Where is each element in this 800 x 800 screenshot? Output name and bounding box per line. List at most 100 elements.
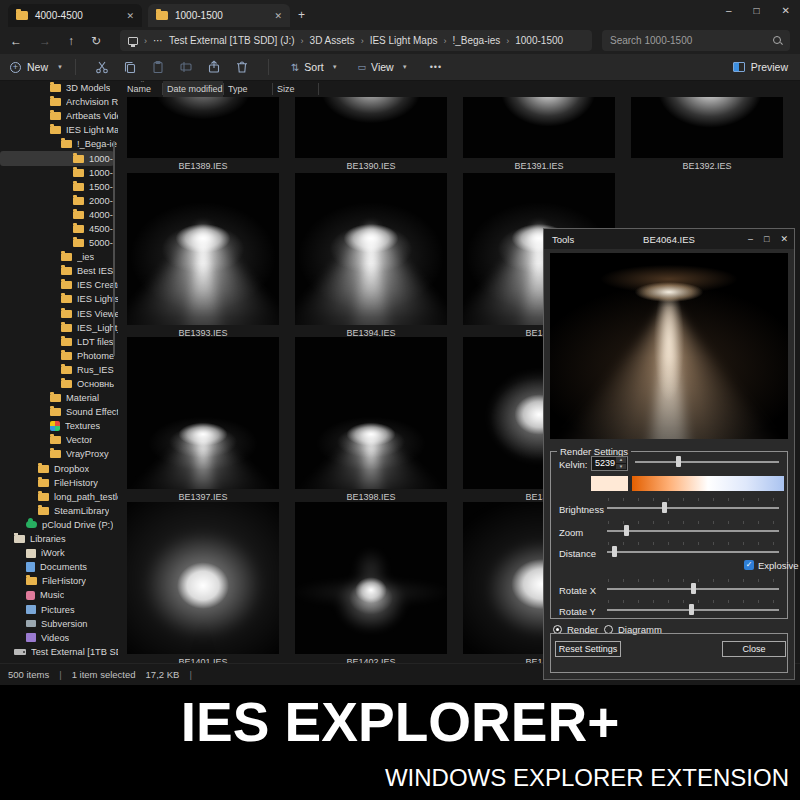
sidebar-item-iwork[interactable]: iWork <box>0 546 118 560</box>
kelvin-input[interactable]: 5239 ▲▼ <box>591 456 628 471</box>
sidebar-item-4000-[interactable]: 4000- <box>0 208 118 222</box>
cut-button[interactable] <box>88 60 116 74</box>
up-button[interactable]: ↑ <box>68 34 74 48</box>
window-minimize-button[interactable]: – <box>726 5 732 16</box>
tab-4000-4500[interactable]: 4000-4500 ✕ <box>8 4 142 27</box>
sidebar-item-3d-models[interactable]: 3D Models <box>0 81 118 95</box>
sidebar-item-1000-[interactable]: 1000- <box>0 151 114 165</box>
rename-button[interactable] <box>172 60 200 74</box>
kelvin-slider[interactable] <box>635 456 779 467</box>
file-item[interactable]: BE1392.IES <box>631 97 783 171</box>
column-header-size[interactable]: Size <box>273 81 318 97</box>
window-close-button[interactable]: ✕ <box>782 5 790 16</box>
breadcrumb-item[interactable]: !_Bega-ies <box>452 35 500 46</box>
tools-title-bar[interactable]: Tools BE4064.IES – □ ✕ <box>544 229 794 249</box>
rotate-x-slider[interactable] <box>607 583 779 594</box>
back-button[interactable]: ← <box>10 34 22 48</box>
file-item[interactable]: BE1389.IES <box>127 97 279 171</box>
breadcrumb-overflow[interactable]: ⋯ <box>153 35 163 46</box>
search-input[interactable]: Search 1000-1500 <box>602 30 790 51</box>
sidebar-item-2000-[interactable]: 2000- <box>0 194 118 208</box>
sidebar-item-textures[interactable]: Textures <box>0 419 118 433</box>
file-item[interactable]: BE1394.IES <box>295 173 447 338</box>
explosive-checkbox[interactable]: ✓ <box>744 560 754 570</box>
sidebar-item-videos[interactable]: Videos <box>0 631 118 645</box>
window-maximize-button[interactable]: □ <box>754 5 760 16</box>
sidebar-item-sound-effect[interactable]: Sound Effect <box>0 405 118 419</box>
sidebar-item-ies-light-map[interactable]: IES Light Map <box>0 123 118 137</box>
sidebar-item-test-external-1tb-sdd-[interactable]: Test External [1TB SDD] ( <box>0 645 118 659</box>
view-button[interactable]: ▭ View ▼ <box>358 61 408 73</box>
tab-1000-1500[interactable]: 1000-1500 ✕ <box>148 4 290 27</box>
file-item[interactable]: BE1390.IES <box>295 97 447 171</box>
sidebar-item-4500-[interactable]: 4500- <box>0 222 118 236</box>
sidebar-item-libraries[interactable]: Libraries <box>0 532 118 546</box>
breadcrumb-item[interactable]: 3D Assets <box>310 35 355 46</box>
sidebar-item-ldt-files[interactable]: LDT files <box>0 335 118 349</box>
sidebar-item-rus-ies[interactable]: Rus_IES <box>0 363 118 377</box>
distance-slider[interactable] <box>607 546 779 557</box>
tools-maximize-button[interactable]: □ <box>764 234 769 244</box>
tools-close-button[interactable]: ✕ <box>780 234 788 244</box>
copy-button[interactable] <box>116 60 144 74</box>
tab-close-icon[interactable]: ✕ <box>274 11 282 21</box>
sidebar-item-vrayproxy[interactable]: VrayProxy <box>0 447 118 461</box>
file-item[interactable]: BE1393.IES <box>127 173 279 338</box>
sidebar-item-steamlibrary[interactable]: SteamLibrary <box>0 504 118 518</box>
sidebar-item-1000-[interactable]: 1000- <box>0 166 118 180</box>
sidebar-item-material[interactable]: Material <box>0 391 118 405</box>
sidebar-item--bega-ie[interactable]: !_Bega-ie <box>0 137 118 151</box>
file-item[interactable]: BE1402.IES <box>295 502 447 663</box>
sort-button[interactable]: ⇅ Sort ▼ <box>291 61 338 73</box>
close-button[interactable]: Close <box>722 641 786 657</box>
more-options-button[interactable]: ••• <box>430 62 442 72</box>
sidebar-item-основнь[interactable]: Основнь <box>0 377 118 391</box>
sidebar-item-best-ies[interactable]: Best IES <box>0 264 118 278</box>
column-header-date[interactable]: Date modified <box>163 81 223 97</box>
file-item[interactable]: BE1391.IES <box>463 97 615 171</box>
share-button[interactable] <box>200 60 228 74</box>
sidebar-item-subversion[interactable]: Subversion <box>0 617 118 631</box>
sidebar-item-long-path-testlo[interactable]: long_path_testlo <box>0 490 118 504</box>
sidebar-item-ies-creato[interactable]: IES Creato <box>0 278 118 292</box>
tab-close-icon[interactable]: ✕ <box>126 11 134 21</box>
sidebar-item-pcloud-drive-p-[interactable]: pCloud Drive (P:) <box>0 518 118 532</box>
file-item[interactable]: BE1397.IES <box>127 337 279 502</box>
sidebar-item-filehistory[interactable]: FileHistory <box>0 476 118 490</box>
forward-button[interactable]: → <box>39 34 51 48</box>
sidebar-item-archvision-ri[interactable]: Archvision RI <box>0 95 118 109</box>
sidebar-item-5000-[interactable]: 5000- <box>0 236 118 250</box>
sidebar-item--ies[interactable]: _ies <box>0 250 118 264</box>
sidebar-item-1500-[interactable]: 1500- <box>0 180 118 194</box>
file-item[interactable]: BE1398.IES <box>295 337 447 502</box>
sidebar-item-pictures[interactable]: Pictures <box>0 602 118 616</box>
rotate-y-slider[interactable] <box>607 604 779 615</box>
new-button[interactable]: + New ▼ <box>10 61 63 73</box>
breadcrumb-item[interactable]: IES Light Maps <box>370 35 438 46</box>
kelvin-gradient-bar[interactable] <box>632 476 784 491</box>
sidebar-item-documents[interactable]: Documents <box>0 560 118 574</box>
preview-toggle[interactable]: Preview <box>733 61 788 73</box>
paste-button[interactable] <box>144 60 172 74</box>
column-header-name[interactable]: Name ^ <box>123 81 162 97</box>
sidebar-item-photome[interactable]: Photome <box>0 349 118 363</box>
sidebar-item-ies-viewe[interactable]: IES Viewe <box>0 307 118 321</box>
sidebar-item-ies-lights[interactable]: IES Lights <box>0 292 118 306</box>
file-item[interactable]: BE1401.IES <box>127 502 279 663</box>
sidebar-item-vector[interactable]: Vector <box>0 433 118 447</box>
sidebar-item-music[interactable]: Music <box>0 588 118 602</box>
sidebar-item-ies-light-[interactable]: IES_Light_ <box>0 321 118 335</box>
zoom-slider[interactable] <box>607 525 779 536</box>
tools-minimize-button[interactable]: – <box>748 234 753 244</box>
sidebar-item-filehistory[interactable]: FileHistory <box>0 574 118 588</box>
brightness-slider[interactable] <box>607 502 779 513</box>
sidebar-item-artbeats-vide[interactable]: Artbeats Vide <box>0 109 118 123</box>
new-tab-button[interactable]: + <box>298 8 305 22</box>
sidebar-item-dropbox[interactable]: Dropbox <box>0 462 118 476</box>
breadcrumb[interactable]: › ⋯ Test External [1TB SDD] (J:)›3D Asse… <box>120 30 592 51</box>
refresh-button[interactable]: ↻ <box>91 34 101 48</box>
delete-button[interactable] <box>228 60 256 74</box>
reset-settings-button[interactable]: Reset Settings <box>555 641 621 657</box>
column-header-type[interactable]: Type <box>224 81 272 97</box>
kelvin-spinner-buttons[interactable]: ▲▼ <box>616 457 626 470</box>
